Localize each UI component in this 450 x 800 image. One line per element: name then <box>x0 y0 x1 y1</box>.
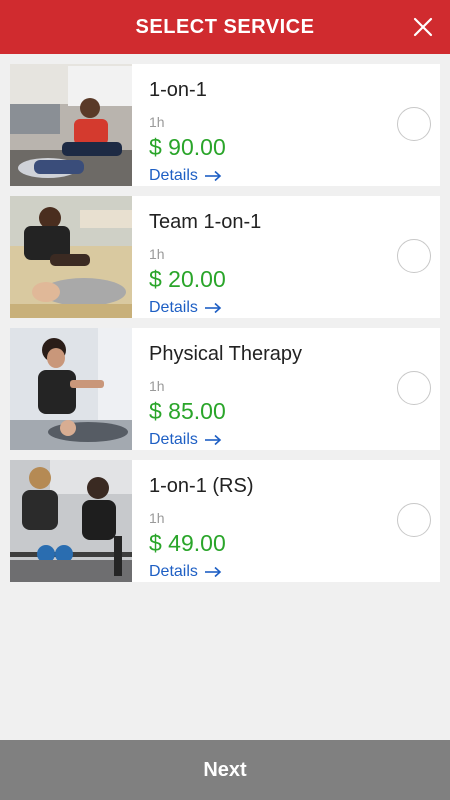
details-label: Details <box>149 431 198 448</box>
service-name: Physical Therapy <box>149 343 303 365</box>
service-price: $ 90.00 <box>149 134 226 160</box>
details-link[interactable]: Details <box>149 561 222 583</box>
service-price: $ 49.00 <box>149 530 226 556</box>
details-label: Details <box>149 563 198 580</box>
service-card-physical-therapy[interactable]: Physical Therapy 1h $ 85.00 Details <box>10 328 440 450</box>
service-name: 1-on-1 <box>149 79 207 101</box>
details-label: Details <box>149 299 198 316</box>
details-link[interactable]: Details <box>149 297 222 319</box>
arrow-right-icon <box>204 302 222 314</box>
service-image <box>10 460 132 582</box>
service-duration: 1h <box>149 246 165 262</box>
details-label: Details <box>149 167 198 184</box>
arrow-right-icon <box>204 170 222 182</box>
service-card-1-on-1[interactable]: 1-on-1 1h $ 90.00 Details <box>10 64 440 186</box>
select-radio[interactable] <box>397 239 431 273</box>
service-image <box>10 64 132 186</box>
next-label: Next <box>203 758 247 781</box>
service-price: $ 85.00 <box>149 398 226 424</box>
service-name: Team 1-on-1 <box>149 211 262 233</box>
service-card-team-1-on-1[interactable]: Team 1-on-1 1h $ 20.00 Details <box>10 196 440 318</box>
details-link[interactable]: Details <box>149 429 222 451</box>
service-name: 1-on-1 (RS) <box>149 475 254 497</box>
arrow-right-icon <box>204 566 222 578</box>
page-title: SELECT SERVICE <box>135 15 315 38</box>
service-image <box>10 328 132 450</box>
select-radio[interactable] <box>397 107 431 141</box>
details-link[interactable]: Details <box>149 165 222 187</box>
service-list: 1-on-1 1h $ 90.00 Details Team 1-on-1 1h… <box>10 64 440 592</box>
service-duration: 1h <box>149 114 165 130</box>
service-duration: 1h <box>149 510 165 526</box>
select-radio[interactable] <box>397 503 431 537</box>
next-button[interactable]: Next <box>0 740 450 800</box>
service-price: $ 20.00 <box>149 266 226 292</box>
service-card-1-on-1-rs[interactable]: 1-on-1 (RS) 1h $ 49.00 Details <box>10 460 440 582</box>
arrow-right-icon <box>204 434 222 446</box>
service-image <box>10 196 132 318</box>
header-bar: SELECT SERVICE <box>0 0 450 54</box>
close-icon[interactable] <box>410 14 436 40</box>
service-duration: 1h <box>149 378 165 394</box>
select-radio[interactable] <box>397 371 431 405</box>
